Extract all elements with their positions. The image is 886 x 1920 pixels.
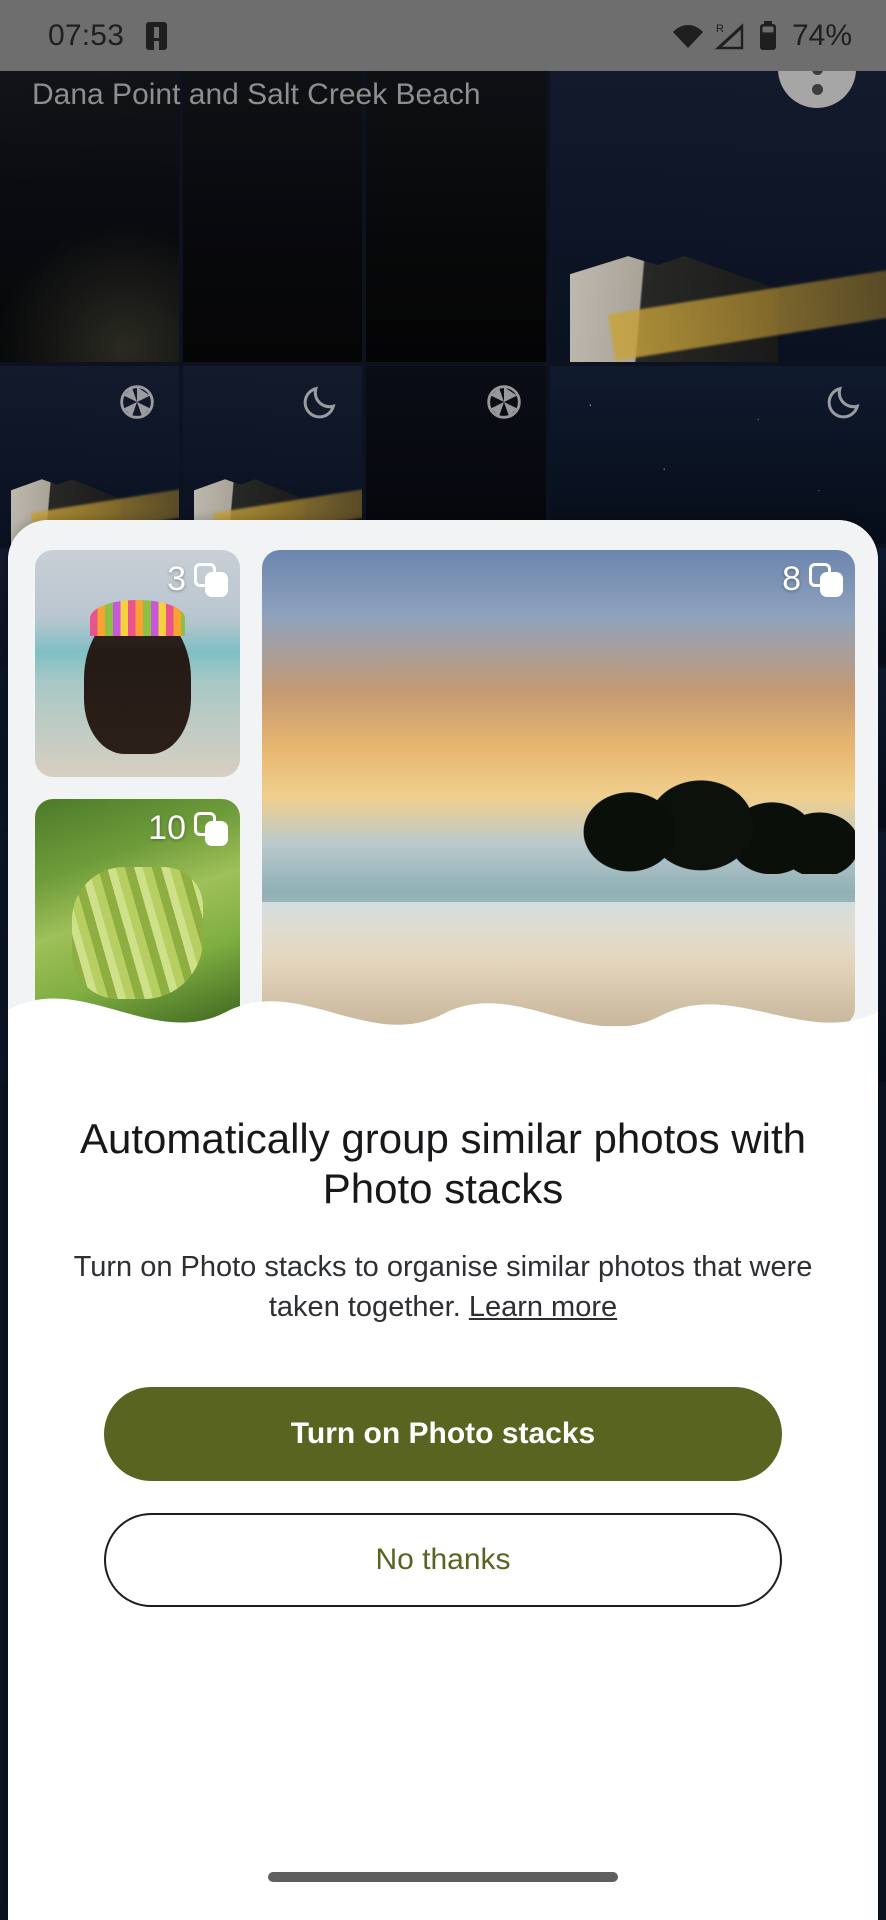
photo-coast-3[interactable] xyxy=(366,71,545,362)
sheet-description: Turn on Photo stacks to organise similar… xyxy=(66,1247,820,1327)
photo-stack-icon xyxy=(194,812,228,846)
svg-text:R: R xyxy=(716,23,724,35)
status-bar-left: 07:53 xyxy=(48,19,167,53)
aperture-icon xyxy=(484,382,524,422)
sheet-description-text: Turn on Photo stacks to organise similar… xyxy=(74,1251,813,1323)
stack-count: 8 xyxy=(782,560,801,599)
status-bar-right: R 74% xyxy=(672,19,852,53)
stack-count-badge: 10 xyxy=(148,809,228,848)
photo-coast-2[interactable] xyxy=(183,71,362,362)
aperture-icon xyxy=(117,382,157,422)
stack-preview-portrait[interactable]: 3 xyxy=(35,550,240,777)
status-bar: 07:53 R 74% xyxy=(0,0,886,71)
photo-building-3[interactable] xyxy=(183,366,362,544)
battery-percentage: 74% xyxy=(792,19,852,53)
photo-stack-icon xyxy=(809,563,843,597)
wifi-icon xyxy=(672,23,704,49)
stack-preview-area: 3 10 8 xyxy=(8,520,878,1058)
photo-night-1[interactable] xyxy=(366,366,545,544)
dot xyxy=(812,84,823,95)
wave-divider xyxy=(8,968,878,1058)
phone-screen: 07:53 R 74% xyxy=(0,0,886,1920)
stack-preview-left-column: 3 10 xyxy=(35,550,240,1026)
moon-icon xyxy=(300,382,340,422)
photo-stack-icon xyxy=(194,563,228,597)
photo-coast-1[interactable] xyxy=(0,71,179,362)
learn-more-link[interactable]: Learn more xyxy=(469,1291,617,1323)
photo-grid-row xyxy=(0,366,886,544)
navigation-home-pill[interactable] xyxy=(268,1872,618,1882)
stack-preview-grid: 3 10 8 xyxy=(35,550,855,1026)
stack-count: 3 xyxy=(167,560,186,599)
stack-count-badge: 8 xyxy=(782,560,843,599)
stack-count-badge: 3 xyxy=(167,560,228,599)
cellular-roaming-icon: R xyxy=(714,21,748,51)
photo-stacks-promo-sheet: 3 10 8 xyxy=(8,520,878,1920)
stack-preview-beach[interactable]: 8 xyxy=(262,550,855,1026)
moon-icon xyxy=(824,382,864,422)
photo-night-2[interactable] xyxy=(550,366,886,544)
sim-alert-icon xyxy=(146,22,167,50)
turn-on-photo-stacks-button[interactable]: Turn on Photo stacks xyxy=(104,1387,782,1481)
clock: 07:53 xyxy=(48,19,124,53)
photo-grid-row xyxy=(0,71,886,362)
photo-building-1[interactable] xyxy=(550,71,886,362)
stack-count: 10 xyxy=(148,809,186,848)
sheet-headline: Automatically group similar photos with … xyxy=(48,1114,838,1213)
photo-building-2[interactable] xyxy=(0,366,179,544)
battery-icon xyxy=(758,21,778,51)
sheet-body: Automatically group similar photos with … xyxy=(8,1058,878,1607)
no-thanks-button[interactable]: No thanks xyxy=(104,1513,782,1607)
